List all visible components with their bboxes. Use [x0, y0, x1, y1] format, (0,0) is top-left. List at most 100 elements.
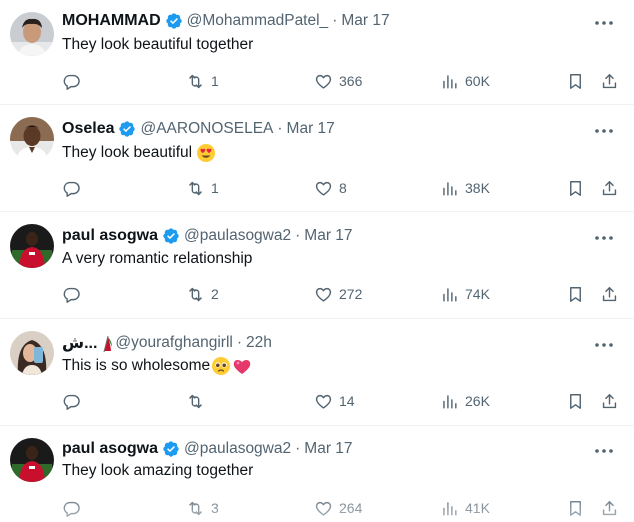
more-options-icon[interactable] — [592, 336, 616, 354]
tweet-header: paul asogwa @paulasogwa2 · Mar 17 — [62, 225, 353, 247]
user-handle[interactable]: @AARONOSELEA — [140, 120, 273, 138]
more-options-icon[interactable] — [592, 229, 616, 247]
share-button[interactable] — [600, 282, 619, 306]
user-handle[interactable]: @yourafghangirll — [115, 334, 232, 352]
views-chart-icon — [443, 74, 457, 89]
like-button[interactable]: 14 — [314, 389, 355, 413]
heart-icon — [315, 287, 332, 302]
tweet-header: MOHAMMAD @MohammadPatel_ · Mar 17 — [62, 10, 390, 32]
share-button[interactable] — [600, 496, 619, 520]
views-button[interactable]: 74K — [440, 282, 490, 306]
retweet-button[interactable]: 1 — [186, 176, 219, 200]
share-button[interactable] — [600, 176, 619, 200]
man-white-shirt-avatar-icon — [10, 117, 54, 161]
share-icon — [602, 73, 617, 88]
tweet-item[interactable]: ش... @yourafghangirll · 22h This is so w… — [0, 319, 634, 426]
reply-button[interactable] — [62, 176, 87, 200]
heart-icon — [315, 74, 332, 89]
views-button[interactable]: 26K — [440, 389, 490, 413]
bookmark-button[interactable] — [566, 176, 585, 200]
tweet-text: A very romantic relationship — [62, 250, 252, 268]
retweet-button[interactable]: 1 — [186, 69, 219, 93]
retweet-button[interactable] — [186, 389, 211, 413]
share-button[interactable] — [600, 389, 619, 413]
retweet-icon — [189, 501, 202, 515]
display-name[interactable]: Oselea — [62, 120, 114, 138]
like-button[interactable]: 8 — [314, 176, 347, 200]
display-name[interactable]: ش... — [62, 333, 97, 353]
share-button[interactable] — [600, 69, 619, 93]
pink-heart-emoji-icon — [232, 356, 252, 376]
tweet-text-content: They look beautiful — [62, 144, 193, 161]
avatar[interactable] — [10, 438, 54, 482]
like-count: 14 — [339, 393, 355, 409]
views-chart-icon — [443, 501, 457, 516]
reply-icon — [63, 181, 80, 197]
verified-badge-icon — [165, 12, 183, 30]
separator-dot: · — [295, 227, 301, 244]
views-button[interactable]: 60K — [440, 69, 490, 93]
bookmark-button[interactable] — [566, 389, 585, 413]
display-name[interactable]: MOHAMMAD — [62, 12, 161, 30]
tweet-item[interactable]: Oselea @AARONOSELEA · Mar 17 They look b… — [0, 105, 634, 212]
woman-selfie-avatar-icon — [10, 331, 54, 375]
tweet-actions: 3 264 41K — [62, 496, 622, 520]
view-count: 26K — [465, 393, 490, 409]
user-handle[interactable]: @MohammadPatel_ — [187, 12, 329, 30]
like-count: 272 — [339, 286, 363, 302]
reply-button[interactable] — [62, 389, 87, 413]
tweet-actions: 2 272 74K — [62, 282, 622, 306]
retweet-count: 2 — [211, 286, 219, 302]
retweet-icon — [189, 287, 202, 301]
like-count: 366 — [339, 73, 363, 89]
views-button[interactable]: 41K — [440, 496, 490, 520]
avatar[interactable] — [10, 331, 54, 375]
retweet-icon — [189, 181, 202, 195]
bookmark-icon — [570, 286, 581, 302]
tweet-item[interactable]: paul asogwa @paulasogwa2 · Mar 17 A very… — [0, 212, 634, 319]
views-button[interactable]: 38K — [440, 176, 490, 200]
avatar[interactable] — [10, 12, 54, 56]
more-options-icon[interactable] — [592, 122, 616, 140]
bookmark-icon — [570, 393, 581, 409]
view-count: 38K — [465, 180, 490, 196]
timestamp[interactable]: 22h — [246, 334, 272, 352]
more-options-icon[interactable] — [592, 442, 616, 460]
red-jersey-player-avatar-icon — [10, 438, 54, 482]
share-icon — [602, 286, 617, 301]
tweet-item[interactable]: MOHAMMAD @MohammadPatel_ · Mar 17 They l… — [0, 0, 634, 105]
tweet-actions: 1 8 38K — [62, 176, 622, 200]
separator-dot: · — [332, 12, 338, 29]
retweet-button[interactable]: 2 — [186, 282, 219, 306]
tweet-item[interactable]: paul asogwa @paulasogwa2 · Mar 17 They l… — [0, 426, 634, 522]
share-icon — [602, 180, 617, 195]
reply-button[interactable] — [62, 69, 87, 93]
display-name[interactable]: paul asogwa — [62, 227, 158, 245]
views-chart-icon — [443, 287, 457, 302]
reply-button[interactable] — [62, 496, 87, 520]
bookmark-button[interactable] — [566, 496, 585, 520]
tweet-text: This is so wholesome — [62, 356, 252, 376]
reply-icon — [63, 501, 80, 517]
reply-icon — [63, 394, 80, 410]
like-button[interactable]: 366 — [314, 69, 362, 93]
display-name[interactable]: paul asogwa — [62, 440, 158, 458]
user-handle[interactable]: @paulasogwa2 — [184, 227, 291, 245]
bookmark-button[interactable] — [566, 69, 585, 93]
timestamp[interactable]: Mar 17 — [304, 227, 352, 245]
like-button[interactable]: 264 — [314, 496, 362, 520]
bookmark-button[interactable] — [566, 282, 585, 306]
retweet-count: 3 — [211, 500, 219, 516]
like-button[interactable]: 272 — [314, 282, 362, 306]
more-options-icon[interactable] — [592, 14, 616, 32]
timestamp[interactable]: Mar 17 — [287, 120, 335, 138]
retweet-button[interactable]: 3 — [186, 496, 219, 520]
reply-button[interactable] — [62, 282, 87, 306]
timestamp[interactable]: Mar 17 — [341, 12, 389, 30]
timestamp[interactable]: Mar 17 — [304, 440, 352, 458]
user-handle[interactable]: @paulasogwa2 — [184, 440, 291, 458]
avatar[interactable] — [10, 224, 54, 268]
avatar[interactable] — [10, 117, 54, 161]
separator-dot: · — [236, 334, 243, 351]
like-count: 264 — [339, 500, 363, 516]
